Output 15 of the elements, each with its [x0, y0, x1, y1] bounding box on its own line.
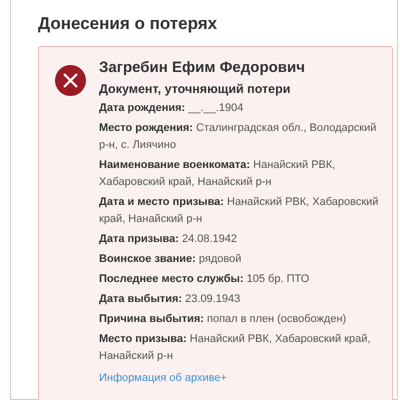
- record-field: Дата выбытия: 23.09.1943: [99, 291, 382, 308]
- person-name: Загребин Ефим Федорович: [99, 59, 306, 76]
- record-field: Дата рождения: __.__.1904: [99, 100, 382, 117]
- record-field: Дата призыва: 24.08.1942: [99, 231, 382, 248]
- record-field: Место рождения: Сталинградская обл., Володарский р-н, с. Лиячино: [99, 120, 382, 154]
- record-field: Последнее место службы: 105 бр. ПТО: [99, 271, 382, 288]
- record-field: Дата и место призыва: Нанайский РВК, Хабаровский край, Нанайский р-н: [99, 194, 382, 228]
- record-field: Причина выбытия: попал в плен (освобожден): [99, 311, 382, 328]
- archive-link[interactable]: Информация об архиве+: [99, 372, 227, 384]
- record-field: Воинское звание: рядовой: [99, 251, 382, 268]
- document-type: Документ, уточняющий потери: [99, 82, 292, 96]
- close-icon: [55, 65, 86, 96]
- record-field: Наименование военкомата: Нанайский РВК, Хабаровский край, Нанайский р-н: [99, 157, 382, 191]
- record-field: Место призыва: Нанайский РВК, Хабаровский край, Нанайский р-н: [99, 331, 382, 365]
- section-title: Донесения о потерях: [38, 13, 218, 34]
